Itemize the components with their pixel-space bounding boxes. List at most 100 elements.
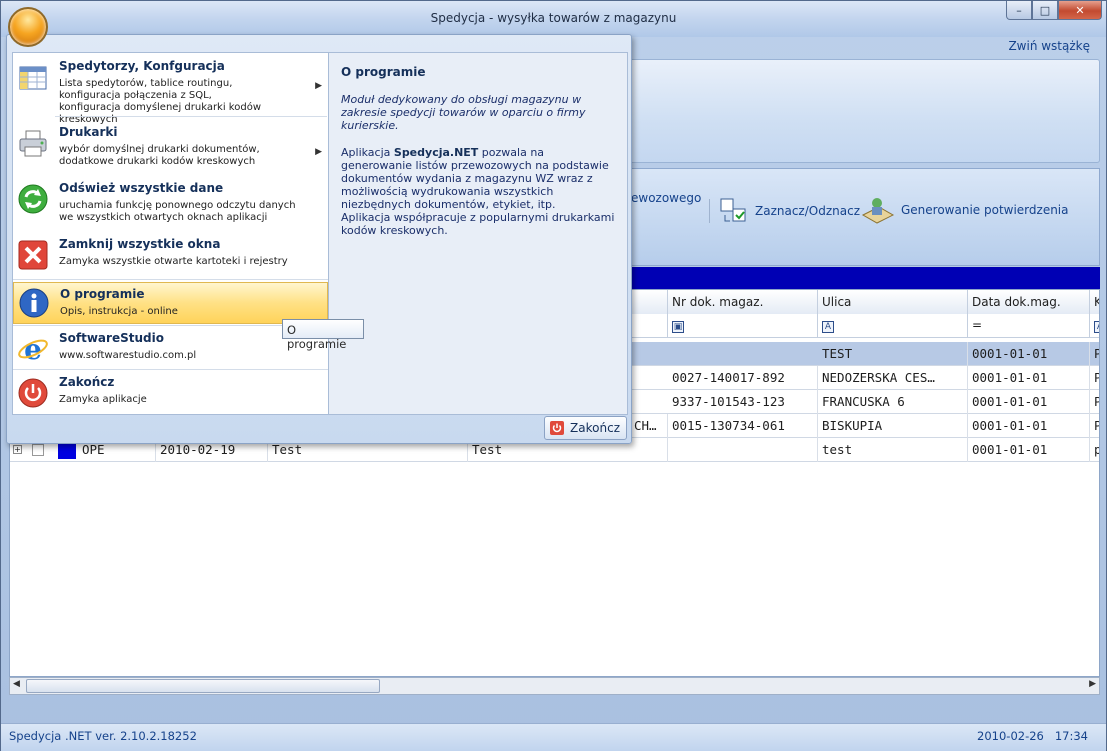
scroll-right-icon[interactable]: ▶ bbox=[1089, 679, 1096, 689]
filter-operator-icon[interactable]: = bbox=[972, 318, 982, 332]
exit-button-label: Zakończ bbox=[570, 421, 620, 435]
cell-data: 0001-01-01 bbox=[968, 390, 1090, 414]
expand-row-icon[interactable]: + bbox=[13, 445, 22, 454]
menu-separator bbox=[55, 116, 327, 117]
scroll-left-icon[interactable]: ◀ bbox=[13, 679, 20, 689]
generate-confirmation-label: Generowanie potwierdzenia bbox=[901, 203, 1069, 217]
menu-item-desc: www.softwarestudio.com.pl bbox=[59, 350, 197, 361]
info-icon bbox=[19, 288, 49, 318]
cell-k: p bbox=[1090, 438, 1099, 462]
cell-k: P bbox=[1090, 414, 1099, 438]
info-panel-title: O programie bbox=[341, 65, 426, 79]
filter-cell-k[interactable]: A bbox=[1090, 314, 1099, 338]
minimize-button[interactable]: – bbox=[1006, 1, 1032, 20]
menu-items-list: Spedytorzy, Konfguracja Lista spedytorów… bbox=[12, 52, 329, 415]
status-time: 17:34 bbox=[1054, 729, 1088, 743]
filter-operator-icon[interactable]: A bbox=[822, 321, 834, 333]
brand-name: Spedycja.NET bbox=[393, 146, 479, 159]
cell-k: P bbox=[1090, 342, 1099, 366]
cell-nr-dok: 0015-130734-061 bbox=[668, 414, 818, 438]
menu-item-title: O programie bbox=[60, 287, 145, 301]
cell-k: P bbox=[1090, 366, 1099, 390]
menu-item-exit[interactable]: Zakończ Zamyka aplikacje bbox=[13, 371, 328, 415]
menu-item-close-all[interactable]: Zamknij wszystkie okna Zamyka wszystkie … bbox=[13, 233, 328, 277]
cell-data: 0001-01-01 bbox=[968, 414, 1090, 438]
cell-ulica: FRANCUSKA 6 bbox=[818, 390, 968, 414]
tooltip: O programie bbox=[282, 319, 364, 351]
horizontal-scrollbar[interactable]: ◀ ▶ bbox=[9, 677, 1100, 695]
version-label: Spedycja .NET ver. 2.10.2.18252 bbox=[9, 729, 197, 743]
confirmation-icon bbox=[861, 198, 895, 224]
cell-data: 0001-01-01 bbox=[968, 438, 1090, 462]
menu-item-title: Spedytorzy, Konfguracja bbox=[59, 59, 225, 73]
status-date: 2010-02-26 bbox=[977, 729, 1044, 743]
menu-item-refresh[interactable]: Odśwież wszystkie dane uruchamia funkcję… bbox=[13, 177, 328, 227]
column-header-nr-dok[interactable]: Nr dok. magaz. bbox=[668, 290, 818, 314]
menu-info-panel: O programie Moduł dedykowany do obsługi … bbox=[329, 52, 628, 415]
internet-explorer-icon: e bbox=[18, 333, 48, 365]
title-bar[interactable]: Spedycja - wysyłka towarów z magazynu – … bbox=[1, 1, 1106, 37]
cell-name-tail: CH… bbox=[630, 414, 668, 438]
filter-operator-icon[interactable]: ▣ bbox=[672, 321, 684, 333]
menu-item-desc: uruchamia funkcję ponownego odczytu dany… bbox=[59, 200, 296, 223]
cell-data: 0001-01-01 bbox=[968, 366, 1090, 390]
generate-confirmation-button[interactable]: Generowanie potwierdzenia bbox=[861, 193, 1069, 227]
menu-item-spedytorzy[interactable]: Spedytorzy, Konfguracja Lista spedytorów… bbox=[13, 55, 328, 125]
cell-nr-dok bbox=[668, 438, 818, 462]
cell-ulica: TEST bbox=[818, 342, 968, 366]
clock: 2010-02-26 17:34 bbox=[977, 729, 1088, 743]
column-header-k[interactable]: K bbox=[1090, 290, 1099, 314]
window-title: Spedycja - wysyłka towarów z magazynu bbox=[430, 11, 677, 25]
status-bar: Spedycja .NET ver. 2.10.2.18252 2010-02-… bbox=[1, 723, 1106, 751]
menu-item-desc: Zamyka wszystkie otwarte kartoteki i rej… bbox=[59, 256, 288, 267]
close-button[interactable]: ✕ bbox=[1058, 1, 1102, 20]
printer-icon bbox=[19, 130, 47, 157]
cell-data: 0001-01-01 bbox=[968, 342, 1090, 366]
menu-item-drukarki[interactable]: Drukarki wybór domyślnej drukarki dokume… bbox=[13, 121, 328, 171]
svg-text:e: e bbox=[24, 333, 42, 365]
menu-item-desc: Lista spedytorów, tablice routingu, konf… bbox=[59, 78, 262, 125]
filter-cell-nr-dok[interactable]: ▣ bbox=[668, 314, 818, 338]
row-checkbox[interactable] bbox=[32, 444, 44, 456]
maximize-button[interactable]: □ bbox=[1032, 1, 1058, 20]
info-panel-paragraph: Aplikacja Spedycja.NET pozwala na genero… bbox=[341, 146, 615, 211]
refresh-icon bbox=[18, 184, 48, 214]
menu-item-title: Drukarki bbox=[59, 125, 118, 139]
menu-item-about[interactable]: O programie Opis, instrukcja - online bbox=[13, 282, 328, 324]
cell-nr-dok: 9337-101543-123 bbox=[668, 390, 818, 414]
menu-separator bbox=[13, 325, 328, 326]
cell-ulica: NEDOZERSKA CES… bbox=[818, 366, 968, 390]
cell-nr-dok: 0027-140017-892 bbox=[668, 366, 818, 390]
menu-item-desc: Opis, instrukcja - online bbox=[60, 306, 178, 317]
cell-k: P bbox=[1090, 390, 1099, 414]
application-menu: Spedytorzy, Konfguracja Lista spedytorów… bbox=[6, 34, 632, 444]
application-orb-button[interactable] bbox=[8, 7, 48, 47]
filter-operator-icon[interactable]: A bbox=[1094, 321, 1099, 333]
scrollbar-thumb[interactable] bbox=[26, 679, 380, 693]
collapse-ribbon-link[interactable]: Zwiń wstążkę bbox=[1008, 39, 1090, 53]
menu-item-softwarestudio[interactable]: e SoftwareStudio www.softwarestudio.com.… bbox=[13, 327, 328, 371]
waybill-button[interactable]: ewozowego bbox=[631, 191, 701, 205]
column-header-data[interactable]: Data dok.mag. bbox=[968, 290, 1090, 314]
toolbar-separator bbox=[709, 199, 710, 223]
table-config-icon bbox=[19, 66, 47, 90]
column-header-ulica[interactable]: Ulica bbox=[818, 290, 968, 314]
submenu-arrow-icon: ▶ bbox=[315, 81, 322, 91]
info-p1-prefix: Aplikacja bbox=[341, 146, 394, 159]
menu-separator bbox=[13, 279, 328, 280]
info-panel-summary: Moduł dedykowany do obsługi magazynu w z… bbox=[341, 93, 586, 132]
filter-cell-data[interactable]: = bbox=[968, 314, 1090, 338]
power-icon bbox=[18, 378, 48, 408]
exit-button[interactable]: Zakończ bbox=[544, 416, 627, 440]
menu-item-title: Odśwież wszystkie dane bbox=[59, 181, 224, 195]
waybill-button-label: ewozowego bbox=[631, 191, 702, 205]
select-toggle-icon bbox=[720, 198, 746, 222]
menu-separator bbox=[13, 369, 328, 370]
menu-item-title: Zakończ bbox=[59, 375, 115, 389]
filter-cell-ulica[interactable]: A bbox=[818, 314, 968, 338]
close-all-icon bbox=[18, 240, 48, 270]
menu-item-title: Zamknij wszystkie okna bbox=[59, 237, 221, 251]
power-icon bbox=[550, 421, 565, 435]
submenu-arrow-icon: ▶ bbox=[315, 147, 322, 157]
select-toggle-button[interactable]: Zaznacz/Odznacz bbox=[719, 197, 860, 225]
